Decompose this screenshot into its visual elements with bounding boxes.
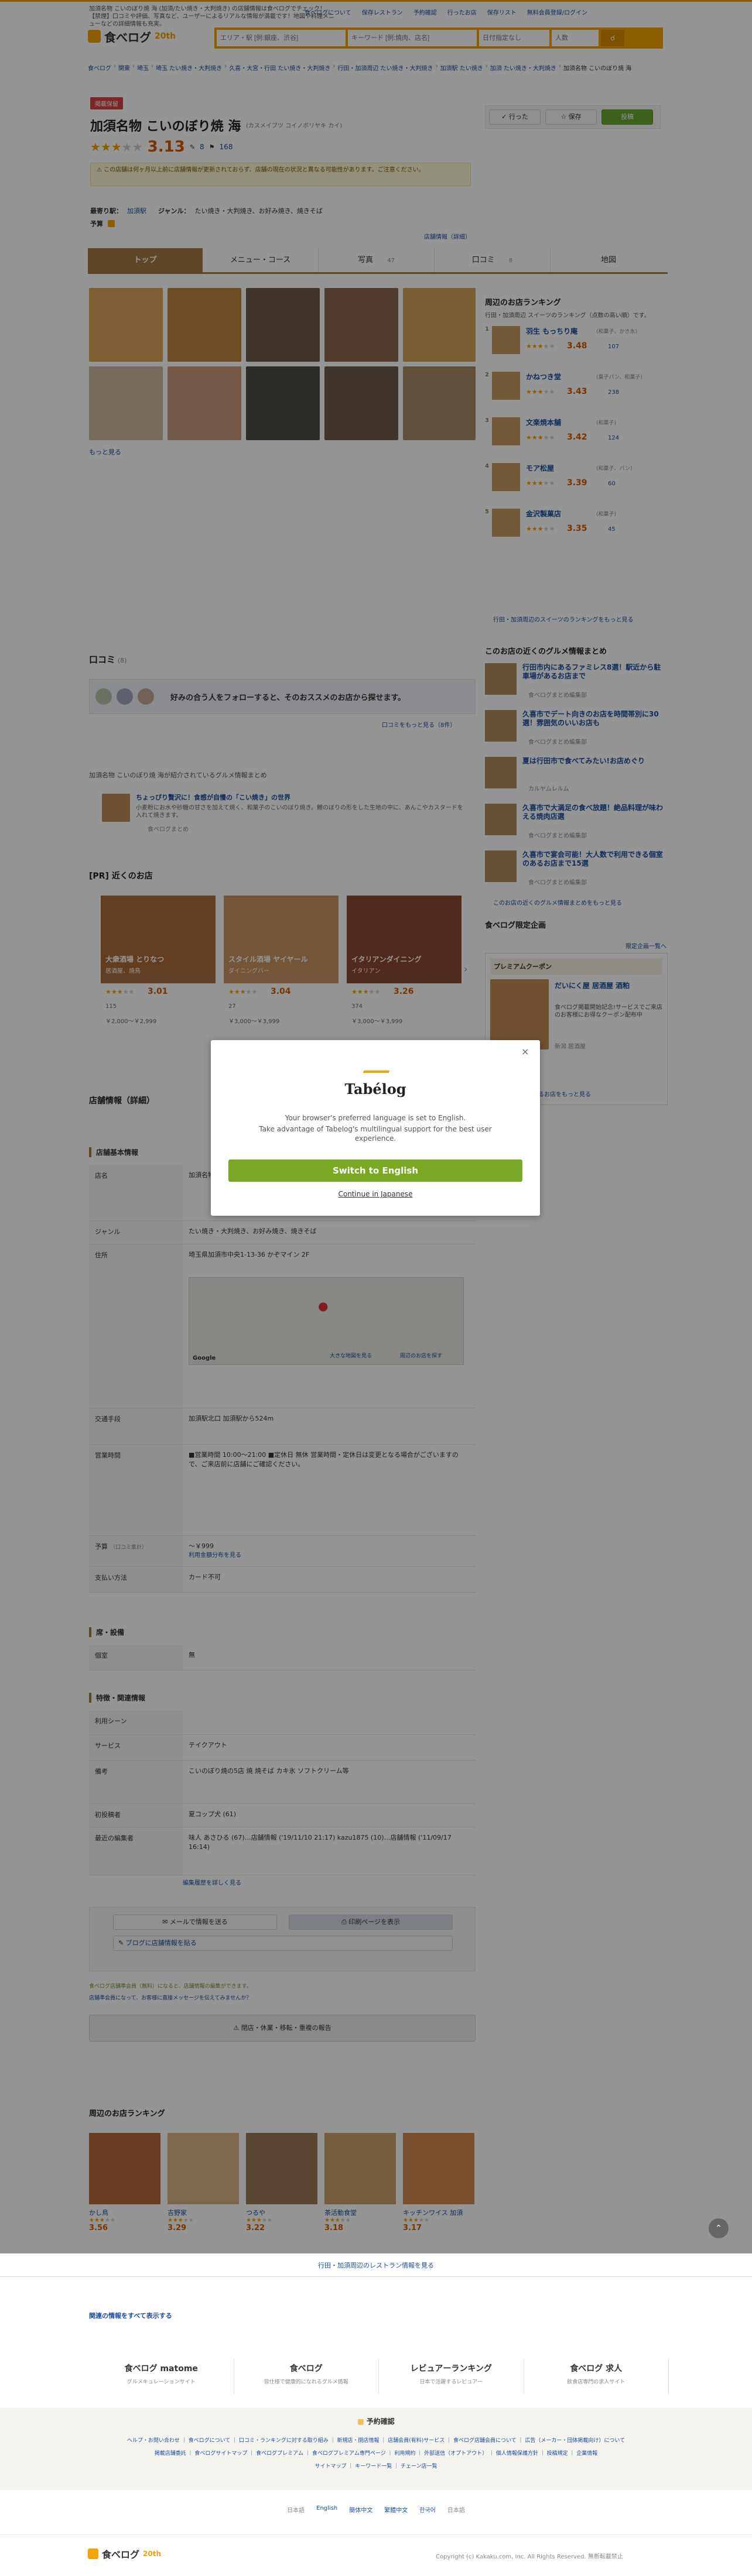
footer-links-1[interactable]: ヘルプ・お問い合わせ ｜ 食べログについて ｜ 口コミ・ランキングに対する取り組… [59, 2436, 693, 2444]
footer-service-name: レビュアーランキング [410, 2364, 492, 2373]
footer-links-3[interactable]: サイトマップ ｜ キーワード一覧 ｜ チェーン店一覧 [59, 2462, 693, 2469]
footer-links-2[interactable]: 掲載店舗委託 ｜ 食べログサイトマップ ｜ 食べログプレミアム ｜ 食べログプレ… [59, 2449, 693, 2457]
lang-zh-cn[interactable]: 簡体中文 [349, 2505, 372, 2514]
footer-services: 食べログ matome グルメキュレーションサイト 食べログ皆仕様で健康的になれるグ… [89, 2359, 669, 2394]
bottom-ranking-more[interactable]: 行田・加須周辺のレストラン情報を見る [318, 2262, 434, 2269]
switch-english-button[interactable]: Switch to English [228, 1160, 522, 1182]
footer-bottom: 食べログ 20th Copyright (c) Kakaku.com, Inc.… [0, 2534, 752, 2576]
close-icon[interactable]: × [521, 1046, 529, 1057]
footer-service-name: 食べログ [289, 2364, 323, 2373]
lang-ko[interactable]: 한국어 [419, 2505, 436, 2514]
footer-service-sub: 飲食店専門の求人サイト [567, 2379, 625, 2385]
footer-service[interactable]: 食べログ 求人 飲食店専門の求人サイト [524, 2359, 669, 2394]
modal-line-2: Take advantage of Tabelog's multilingual… [259, 1125, 492, 1143]
footer-links-area: ▦ 予約確認 ヘルプ・お問い合わせ ｜ 食べログについて ｜ 口コミ・ランキング… [0, 2408, 752, 2490]
logo-icon [361, 1071, 390, 1078]
chevron-up-icon: ⌃ [715, 2224, 722, 2233]
lang-english[interactable]: English [316, 2505, 337, 2514]
footer-service-sub: 日本で活躍するレビュアー [419, 2379, 483, 2385]
language-modal: × Tabélog Your browser's preferred langu… [211, 1040, 540, 1216]
lang-zh-tw[interactable]: 繁體中文 [384, 2505, 408, 2514]
lang-label: 日本語 [287, 2508, 305, 2514]
bottom-ranking-more-bar: 行田・加須周辺のレストラン情報を見る [0, 2253, 752, 2277]
continue-japanese-link[interactable]: Continue in Japanese [211, 1190, 540, 1198]
modal-logo: Tabélog [211, 1071, 540, 1097]
language-links: 日本語 English 簡体中文 繁體中文 한국어 日本語 [0, 2505, 752, 2514]
footer-service[interactable]: レビュアーランキング 日本で活躍するレビュアー [379, 2359, 524, 2394]
footer-service-name: 食べログ 求人 [570, 2364, 623, 2373]
all-info-link[interactable]: 関連の情報をすべて表示する [89, 2311, 172, 2320]
confirm-heading: ▦ 予約確認 [357, 2417, 395, 2426]
footer-service[interactable]: 食べログ matome グルメキュレーションサイト [89, 2359, 234, 2394]
scroll-top-button[interactable]: ⌃ [709, 2218, 729, 2238]
calendar-icon: ▦ [357, 2417, 364, 2426]
footer-service-sub: 皆仕様で健康的になれるグルメ情報 [264, 2379, 348, 2385]
footer-service-name: 食べログ matome [124, 2364, 198, 2373]
logo-icon [88, 2548, 98, 2559]
footer-service[interactable]: 食べログ皆仕様で健康的になれるグルメ情報 [234, 2359, 379, 2394]
copyright: Copyright (c) Kakaku.com, Inc. All Right… [436, 2554, 623, 2560]
footer-logo[interactable]: 食べログ 20th [88, 2547, 161, 2561]
modal-line-1: Your browser's preferred language is set… [285, 1114, 466, 1122]
lang-ja: 日本語 [447, 2508, 465, 2514]
footer-service-sub: グルメキュレーションサイト [127, 2379, 196, 2385]
